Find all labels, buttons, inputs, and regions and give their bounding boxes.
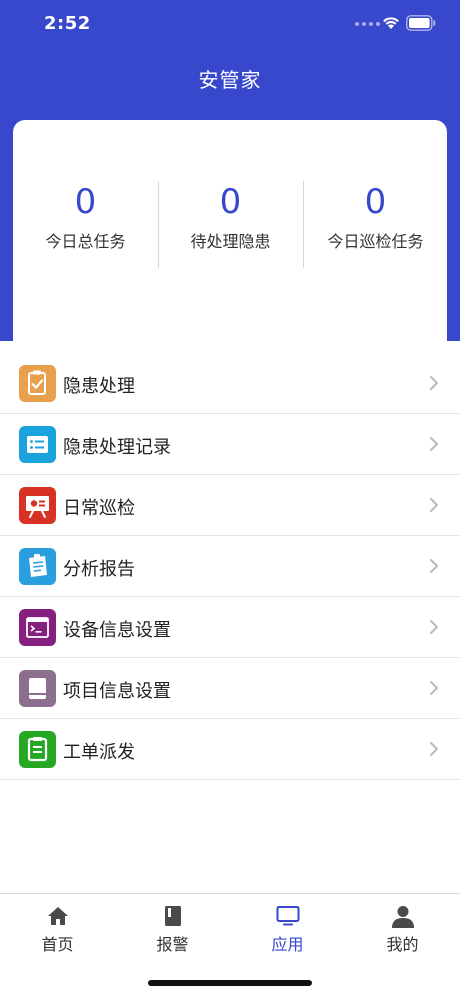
stat-inspection-tasks[interactable]: 0 今日巡检任务: [303, 182, 448, 252]
menu-label: 工单派发: [63, 742, 135, 763]
monitor-icon: [276, 906, 299, 926]
menu-item-project-settings[interactable]: 项目信息设置: [0, 658, 460, 719]
chevron-right-icon: [430, 498, 438, 512]
tab-label: 我的: [386, 935, 419, 954]
tab-profile[interactable]: 我的: [345, 904, 460, 958]
menu-item-device-settings[interactable]: 设备信息设置: [0, 597, 460, 658]
chevron-right-icon: [430, 559, 438, 573]
wifi-icon: [383, 17, 399, 29]
menu-item-daily-inspection[interactable]: 日常巡检: [0, 475, 460, 536]
menu-item-hazard-handling[interactable]: 隐患处理: [0, 353, 460, 414]
status-time: 2:52: [44, 13, 91, 34]
stat-value: 0: [219, 182, 242, 222]
stat-value: 0: [364, 182, 387, 222]
clipboard-icon: [19, 731, 56, 768]
home-icon: [47, 907, 68, 925]
stat-label: 今日总任务: [45, 232, 126, 251]
tab-label: 报警: [156, 935, 189, 954]
book-icon: [19, 670, 56, 707]
user-icon: [391, 906, 414, 928]
tab-label: 应用: [271, 935, 304, 954]
stat-label: 今日巡检任务: [327, 232, 424, 251]
stat-total-tasks[interactable]: 0 今日总任务: [13, 182, 158, 252]
terminal-icon: [19, 609, 56, 646]
menu-label: 日常巡检: [63, 498, 135, 519]
chevron-right-icon: [430, 681, 438, 695]
list-icon: [19, 426, 56, 463]
clipboard-check-icon: [19, 365, 56, 402]
stat-value: 0: [74, 182, 97, 222]
menu-list: 隐患处理 隐患处理记录 日常巡检 分析报告 设备信息设置 项目信息设置 工单派发: [0, 353, 460, 780]
page-title: 安管家: [198, 68, 262, 92]
stats-card: 0 今日总任务 0 待处理隐患 0 今日巡检任务: [13, 120, 447, 341]
home-indicator[interactable]: [148, 980, 312, 986]
report-icon: [19, 548, 56, 585]
menu-label: 项目信息设置: [63, 681, 171, 702]
chevron-right-icon: [430, 376, 438, 390]
chevron-right-icon: [430, 620, 438, 634]
menu-item-hazard-records[interactable]: 隐患处理记录: [0, 414, 460, 475]
tab-alarm[interactable]: 报警: [115, 904, 230, 958]
book-icon: [164, 906, 181, 926]
signal-icon: [355, 22, 380, 26]
tab-label: 首页: [41, 935, 74, 954]
menu-label: 隐患处理: [63, 376, 135, 397]
menu-item-work-order-dispatch[interactable]: 工单派发: [0, 719, 460, 780]
menu-label: 分析报告: [63, 559, 135, 580]
status-bar: 2:52: [0, 0, 460, 50]
stat-pending-hazards[interactable]: 0 待处理隐患: [158, 182, 303, 252]
stat-label: 待处理隐患: [190, 232, 271, 251]
tab-apps[interactable]: 应用: [230, 904, 345, 958]
chevron-right-icon: [430, 437, 438, 451]
chevron-right-icon: [430, 742, 438, 756]
menu-label: 隐患处理记录: [63, 437, 171, 458]
presentation-board-icon: [19, 487, 56, 524]
menu-label: 设备信息设置: [63, 620, 171, 641]
battery-icon: [406, 15, 436, 31]
tab-home[interactable]: 首页: [0, 904, 115, 958]
menu-item-analysis-report[interactable]: 分析报告: [0, 536, 460, 597]
